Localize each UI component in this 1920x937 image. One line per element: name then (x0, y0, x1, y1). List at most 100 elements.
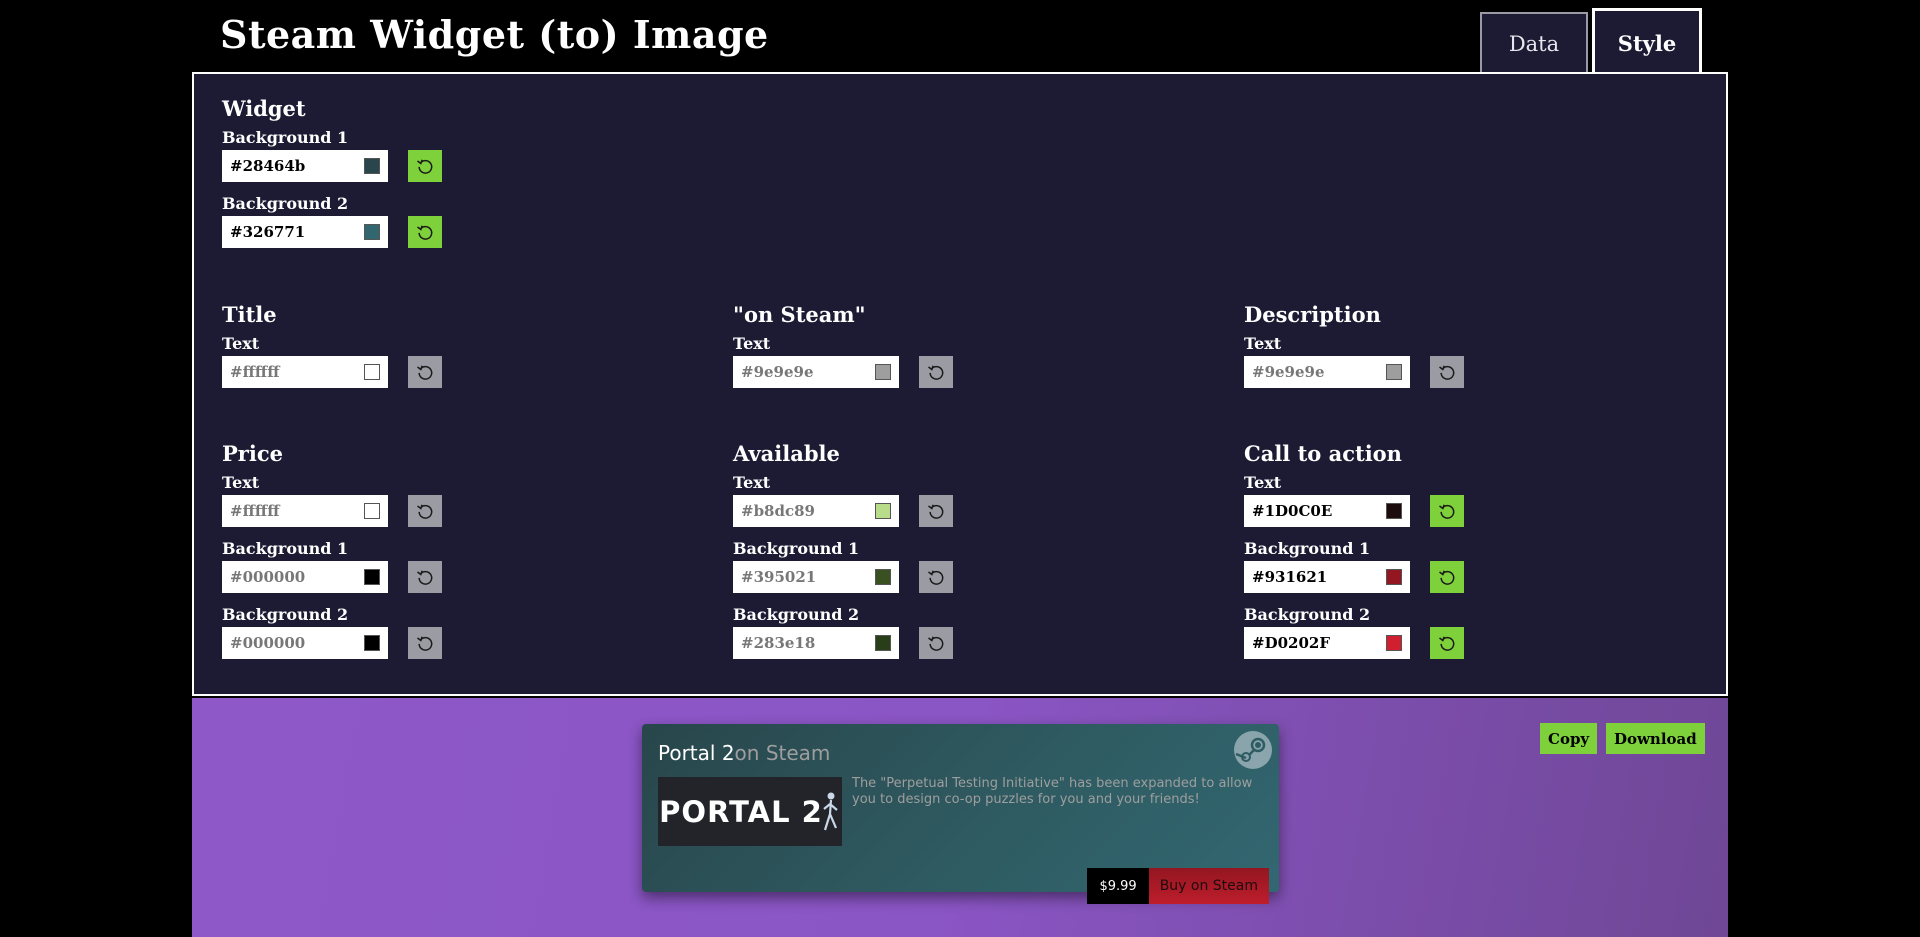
color-input[interactable] (230, 568, 350, 586)
color-field (222, 356, 388, 388)
color-input[interactable] (230, 634, 350, 652)
section-available: Available Text Background 1 Background 2 (733, 441, 953, 671)
reset-button[interactable] (1430, 495, 1464, 527)
color-swatch[interactable] (1386, 503, 1402, 519)
field-label: Background 2 (733, 605, 860, 624)
reset-button[interactable] (919, 495, 953, 527)
color-field (1244, 561, 1410, 593)
field-label: Background 2 (222, 194, 349, 213)
color-field (222, 561, 388, 593)
tab-data[interactable]: Data (1480, 12, 1588, 74)
steam-widget-preview: Portal 2on Steam PORTAL 2 The "Perpetual… (642, 724, 1279, 904)
tab-bar: Data Style (1480, 8, 1702, 76)
color-swatch[interactable] (364, 569, 380, 585)
field-label: Text (222, 334, 260, 353)
reset-icon (417, 504, 433, 519)
capsule-logo-text: PORTAL 2 (659, 794, 823, 829)
section-title: Title Text (222, 302, 442, 400)
price-label: $9.99 (1087, 868, 1149, 904)
purchase-block: $9.99 Buy on Steam (1087, 868, 1269, 904)
color-field (1244, 627, 1410, 659)
color-input[interactable] (741, 568, 861, 586)
reset-button[interactable] (919, 627, 953, 659)
reset-icon (1439, 365, 1455, 380)
color-swatch[interactable] (1386, 569, 1402, 585)
color-field (222, 216, 388, 248)
color-swatch[interactable] (875, 569, 891, 585)
reset-button[interactable] (408, 495, 442, 527)
tab-style[interactable]: Style (1592, 8, 1702, 76)
reset-icon (1439, 570, 1455, 585)
color-input[interactable] (230, 502, 350, 520)
app-title: Steam Widget (to) Image (220, 12, 769, 57)
field-label: Text (222, 473, 260, 492)
color-input[interactable] (230, 363, 350, 381)
color-field-row (733, 495, 953, 527)
color-field-row (1244, 561, 1464, 593)
reset-button[interactable] (408, 561, 442, 593)
color-swatch[interactable] (1386, 364, 1402, 380)
reset-button[interactable] (919, 356, 953, 388)
on-steam-label: on Steam (734, 741, 831, 765)
color-input[interactable] (741, 363, 861, 381)
reset-button[interactable] (1430, 561, 1464, 593)
color-field (222, 627, 388, 659)
preview-area: Copy Download Portal 2on Steam PORTAL 2 … (192, 698, 1728, 937)
color-field-row (733, 356, 953, 388)
color-input[interactable] (741, 634, 861, 652)
color-swatch[interactable] (875, 503, 891, 519)
reset-icon (928, 636, 944, 651)
color-field (1244, 356, 1410, 388)
widget-description: The "Perpetual Testing Initiative" has b… (852, 776, 1253, 807)
color-field-row (1244, 356, 1464, 388)
reset-button[interactable] (919, 561, 953, 593)
color-swatch[interactable] (364, 503, 380, 519)
color-field (733, 561, 899, 593)
color-field-row (222, 356, 442, 388)
color-field-row (222, 216, 442, 248)
reset-icon (928, 365, 944, 380)
section-description: Description Text (1244, 302, 1464, 400)
color-swatch[interactable] (875, 364, 891, 380)
color-field-row (222, 495, 442, 527)
color-swatch[interactable] (364, 364, 380, 380)
color-input[interactable] (1252, 363, 1372, 381)
buy-on-steam-button[interactable]: Buy on Steam (1148, 868, 1269, 904)
reset-icon (1439, 636, 1455, 651)
color-input[interactable] (741, 502, 861, 520)
reset-icon (417, 636, 433, 651)
field-label: Background 1 (733, 539, 860, 558)
download-button[interactable]: Download (1606, 723, 1705, 754)
copy-button[interactable]: Copy (1540, 723, 1598, 754)
color-field (733, 495, 899, 527)
field-label: Background 1 (222, 128, 349, 147)
reset-button[interactable] (408, 216, 442, 248)
color-swatch[interactable] (364, 635, 380, 651)
color-swatch[interactable] (1386, 635, 1402, 651)
section-heading: Title (222, 302, 277, 327)
color-field-row (1244, 495, 1464, 527)
reset-button[interactable] (408, 150, 442, 182)
color-swatch[interactable] (875, 635, 891, 651)
color-input[interactable] (1252, 634, 1372, 652)
color-swatch[interactable] (364, 224, 380, 240)
section-price: Price Text Background 1 Background 2 (222, 441, 442, 671)
reset-button[interactable] (408, 356, 442, 388)
color-field-row (733, 561, 953, 593)
color-input[interactable] (230, 157, 350, 175)
color-swatch[interactable] (364, 158, 380, 174)
color-field (222, 150, 388, 182)
section-heading: Description (1244, 302, 1381, 327)
reset-button[interactable] (408, 627, 442, 659)
reset-icon (928, 570, 944, 585)
color-input[interactable] (1252, 568, 1372, 586)
reset-button[interactable] (1430, 356, 1464, 388)
reset-icon (417, 159, 433, 174)
color-input[interactable] (230, 223, 350, 241)
color-field (1244, 495, 1410, 527)
reset-button[interactable] (1430, 627, 1464, 659)
section-heading: Available (733, 441, 840, 466)
game-title: Portal 2 (658, 741, 735, 765)
color-input[interactable] (1252, 502, 1372, 520)
style-panel: Widget Background 1 Background 2 Title T… (192, 72, 1728, 696)
